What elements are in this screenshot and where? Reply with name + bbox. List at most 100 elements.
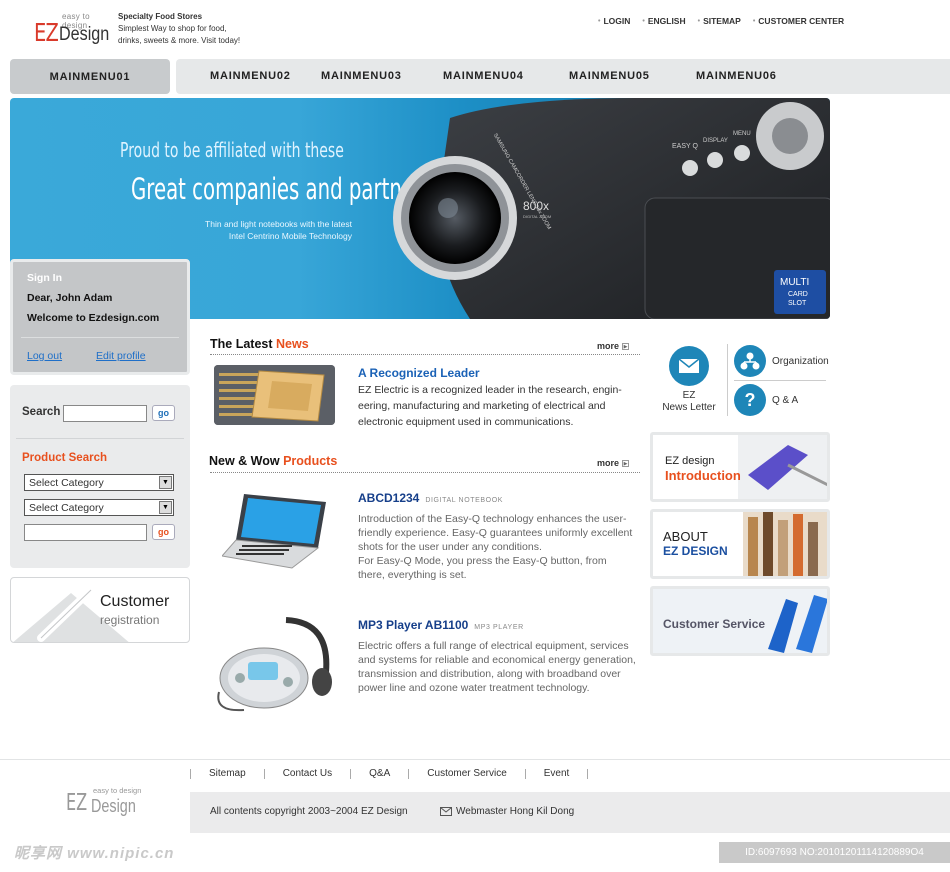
divider: [727, 344, 728, 416]
product-1-title[interactable]: ABCD1234 DIGITAL NOTEBOOK: [358, 491, 503, 505]
pushpin-image: [738, 435, 827, 499]
news-body: EZ Electric is a recognized leader in th…: [358, 384, 622, 428]
header-slogan: Specialty Food Stores Simplest Way to sh…: [118, 11, 248, 47]
main-menu-item-3[interactable]: MAINMENU03: [321, 70, 402, 82]
customer-registration-button[interactable]: Customer registration: [10, 577, 190, 643]
organization-button[interactable]: Organization: [734, 345, 829, 377]
divider: [21, 337, 179, 338]
divider: [16, 438, 184, 439]
search-input[interactable]: [63, 405, 147, 422]
product-2-description: Electric offers a full range of electric…: [358, 640, 636, 694]
newsletter-button[interactable]: EZ News Letter: [661, 346, 717, 414]
main-menu-item-6[interactable]: MAINMENU06: [696, 70, 777, 82]
top-nav: • LOGIN • ENGLISH • SITEMAP • CUSTOMER CENTE…: [598, 16, 844, 26]
chip-image: [214, 365, 335, 425]
divider: [210, 472, 640, 473]
banner-line-1: Proud to be affiliated with these: [120, 138, 344, 162]
search-label: Search: [22, 406, 61, 418]
arrow-right-icon: ▶: [622, 459, 630, 467]
top-link-login[interactable]: • LOGIN: [598, 16, 630, 26]
chevron-down-icon[interactable]: ▼: [159, 501, 172, 514]
product-search-label: Product Search: [22, 452, 107, 464]
qa-button[interactable]: ? Q & A: [734, 384, 798, 416]
slogan-title: Specialty Food Stores: [118, 12, 203, 21]
bullet-icon: •: [752, 17, 756, 25]
bullet-icon: •: [598, 17, 601, 25]
divider: [587, 769, 589, 779]
product-search-input[interactable]: [24, 524, 147, 541]
organization-icon: [734, 345, 766, 377]
product-1-description: Introduction of the Easy-Q technology en…: [358, 513, 633, 581]
envelope-icon: [669, 346, 709, 386]
camcorder-image: EASY Q DISPLAY MENU 800x DIGITAL ZOOM SA…: [393, 98, 830, 319]
customer-service-label: Customer Service: [663, 617, 766, 631]
products-more-link[interactable]: more ▶: [597, 458, 630, 468]
footer-link-event[interactable]: Event: [524, 769, 588, 779]
cam-slot-label: SLOT: [788, 300, 807, 307]
customer-reg-title: Customer: [100, 593, 170, 610]
site-logo[interactable]: easy to design EZ Design: [34, 12, 114, 50]
top-link-customer-center[interactable]: • CUSTOMER CENTER: [753, 16, 844, 26]
footer-logo[interactable]: easy to design EZ Design: [66, 786, 146, 826]
cam-multi-label: MULTI: [780, 277, 809, 288]
logout-link[interactable]: Log out: [27, 350, 62, 362]
top-link-english[interactable]: • ENGLISH: [642, 16, 685, 26]
main-menu-item-5[interactable]: MAINMENU05: [569, 70, 650, 82]
top-link-sitemap[interactable]: • SITEMAP: [698, 16, 741, 26]
logo-design: Design: [59, 24, 110, 45]
footer-links: Sitemap Contact Us Q&A Customer Service …: [190, 769, 589, 779]
news-more-link[interactable]: more ▶: [597, 341, 630, 351]
search-go-button[interactable]: go: [152, 405, 175, 421]
cam-button-label-easyq: EASY Q: [672, 143, 698, 150]
divider: [734, 380, 826, 381]
cam-card-label: CARD: [788, 291, 808, 298]
ez-design-introduction-banner[interactable]: EZ design Introduction: [650, 432, 830, 502]
footer-logo-design: Design: [91, 796, 136, 816]
product-2-title[interactable]: MP3 Player AB1100 MP3 PLAYER: [358, 618, 524, 632]
footer-logo-ez: EZ: [66, 790, 88, 816]
slogan-line-3: drinks, sweets & more. Visit today!: [118, 36, 241, 45]
category-select-1[interactable]: Select Category ▼: [24, 474, 174, 491]
welcome-text: Welcome to Ezdesign.com: [27, 312, 160, 324]
sign-in-panel: Sign In Dear, John Adam Welcome to Ezdes…: [10, 259, 190, 375]
about-label-1: ABOUT: [663, 529, 708, 544]
customer-service-banner[interactable]: Customer Service: [650, 586, 830, 656]
category-select-2[interactable]: Select Category ▼: [24, 499, 174, 516]
about-ez-design-banner[interactable]: ABOUT EZ DESIGN: [650, 509, 830, 579]
question-icon: ?: [734, 384, 766, 416]
bullet-icon: •: [642, 17, 645, 25]
intro-label-2: Introduction: [665, 468, 741, 483]
main-menu-item-1[interactable]: MAINMENU01: [10, 59, 170, 94]
footer-link-contact[interactable]: Contact Us: [263, 769, 350, 779]
arrow-right-icon: ▶: [622, 342, 630, 350]
product-search-go-button[interactable]: go: [152, 524, 175, 540]
cam-button-label-display: DISPLAY: [703, 138, 728, 144]
products-title: New & Wow Products: [209, 454, 338, 468]
qa-label: Q & A: [772, 394, 799, 406]
mp3-player-image[interactable]: [214, 612, 338, 718]
watermark-right: ID:6097693 NO:20101201114120889O4: [719, 842, 950, 863]
main-menu-item-4[interactable]: MAINMENU04: [443, 70, 524, 82]
notebook-image[interactable]: [222, 490, 332, 570]
watermark-left: 昵享网 www.nipic.cn: [14, 845, 175, 862]
product-1-tag: DIGITAL NOTEBOOK: [425, 497, 504, 504]
chevron-down-icon[interactable]: ▼: [159, 476, 172, 489]
latest-news-title: The Latest News: [210, 337, 309, 351]
footer-link-qa[interactable]: Q&A: [350, 769, 408, 779]
newsletter-label-2: News Letter: [662, 402, 716, 413]
news-thumbnail[interactable]: [214, 365, 335, 425]
webmaster-link[interactable]: Webmaster Hong Kil Dong: [440, 806, 574, 817]
main-menu-bar: [176, 59, 950, 94]
search-panel: Search go Product Search Select Category…: [10, 385, 190, 568]
sign-in-title: Sign In: [27, 272, 62, 284]
edit-profile-link[interactable]: Edit profile: [96, 350, 146, 362]
banner-caption: Thin and light notebooks with the latest…: [205, 218, 352, 242]
footer-link-sitemap[interactable]: Sitemap: [190, 769, 264, 779]
copyright-text: All contents copyright 2003~2004 EZ Desi…: [210, 806, 408, 817]
main-menu-item-2[interactable]: MAINMENU02: [210, 70, 291, 82]
intro-label-1: EZ design: [665, 455, 715, 467]
news-headline[interactable]: A Recognized Leader: [358, 366, 480, 380]
cam-button-label-menu: MENU: [733, 131, 751, 137]
footer-link-customer-service[interactable]: Customer Service: [408, 769, 524, 779]
about-label-2: EZ DESIGN: [663, 544, 728, 558]
